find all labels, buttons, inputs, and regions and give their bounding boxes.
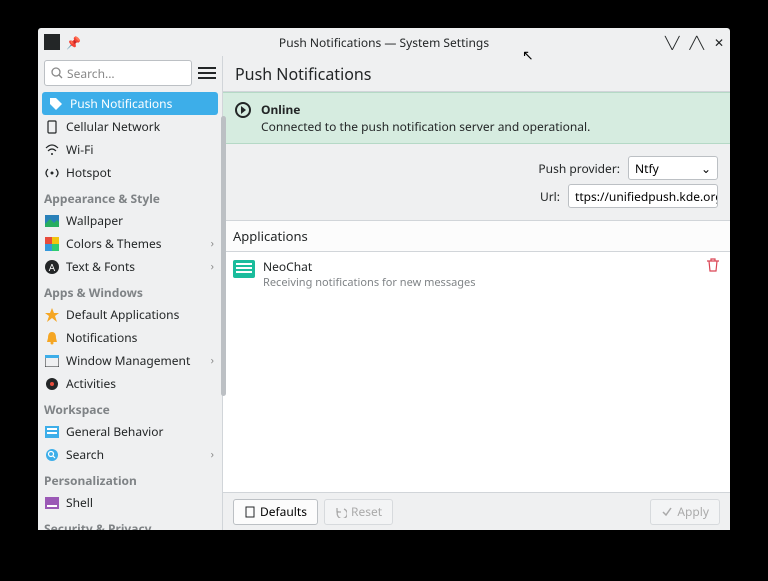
sidebar-item-search[interactable]: Search › [38,443,222,466]
sidebar-item-cellular-network[interactable]: Cellular Network [38,115,222,138]
undo-icon [335,506,347,518]
application-desc: Receiving notifications for new messages [263,275,476,290]
sidebar-item-label: Window Management [66,352,190,369]
palette-icon [44,236,60,252]
provider-label: Push provider: [538,160,620,177]
phone-icon [44,119,60,135]
window-title: Push Notifications — System Settings [279,34,489,51]
sidebar-item-label: Activities [66,375,116,392]
application-row[interactable]: NeoChat Receiving notifications for new … [223,252,730,296]
sidebar-item-label: Hotspot [66,164,111,181]
status-heading: Online [261,101,590,118]
settings-window: 📌 Push Notifications — System Settings ╲… [38,28,730,530]
sidebar-header-apps-windows: Apps & Windows [38,278,222,303]
wifi-icon [44,142,60,158]
page-title: Push Notifications [223,56,730,92]
star-icon [44,307,60,323]
sidebar-item-activities[interactable]: Activities [38,372,222,395]
status-subtext: Connected to the push notification serve… [261,118,590,135]
sidebar-item-window-management[interactable]: Window Management › [38,349,222,372]
reset-label: Reset [351,503,382,520]
main-panel: Push Notifications Online Connected to t… [223,56,730,530]
font-icon: A [44,259,60,275]
sidebar-item-default-applications[interactable]: Default Applications [38,303,222,326]
application-name: NeoChat [263,258,476,275]
applications-heading: Applications [223,221,730,252]
url-value: ttps://unifiedpush.kde.org/ [575,188,718,205]
wallpaper-icon [44,213,60,229]
document-icon [244,506,256,518]
sidebar-item-label: Wi-Fi [66,141,93,158]
delete-icon[interactable] [706,258,720,272]
sidebar-item-wifi[interactable]: Wi-Fi [38,138,222,161]
bell-icon [44,330,60,346]
chevron-right-icon: › [211,447,214,462]
applications-list: NeoChat Receiving notifications for new … [223,252,730,492]
reset-button[interactable]: Reset [324,499,393,525]
sidebar-item-text-fonts[interactable]: A Text & Fonts › [38,255,222,278]
sidebar-item-label: Shell [66,494,93,511]
sidebar-item-label: General Behavior [66,423,163,440]
url-input[interactable]: ttps://unifiedpush.kde.org/ [568,184,718,208]
sidebar-item-wallpaper[interactable]: Wallpaper [38,209,222,232]
svg-text:A: A [49,260,56,274]
sidebar: Search... Push Notifications Cellular Ne… [38,56,223,530]
activities-icon [44,376,60,392]
sidebar-header-workspace: Workspace [38,395,222,420]
sidebar-scrollbar[interactable] [221,116,226,396]
sidebar-item-label: Default Applications [66,306,179,323]
neochat-icon [233,260,255,278]
defaults-button[interactable]: Defaults [233,499,318,525]
search-input[interactable]: Search... [44,60,192,86]
provider-value: Ntfy [635,160,659,177]
sidebar-item-label: Wallpaper [66,212,123,229]
tag-icon [48,96,64,112]
sidebar-item-hotspot[interactable]: Hotspot [38,161,222,184]
sidebar-item-push-notifications[interactable]: Push Notifications [42,92,218,115]
search-icon [51,67,63,79]
sidebar-item-label: Text & Fonts [66,258,135,275]
sidebar-header-appearance: Appearance & Style [38,184,222,209]
status-banner: Online Connected to the push notificatio… [223,92,730,144]
chevron-right-icon: › [211,236,214,251]
minimize-icon[interactable]: ╲╱ [665,34,679,51]
check-icon [661,506,673,518]
sliders-icon [44,424,60,440]
sidebar-item-label: Notifications [66,329,137,346]
shell-icon [44,495,60,511]
titlebar: 📌 Push Notifications — System Settings ╲… [38,28,730,56]
apply-label: Apply [677,503,709,520]
app-icon [44,34,60,50]
sidebar-item-general-behavior[interactable]: General Behavior [38,420,222,443]
status-online-icon [235,102,251,118]
sidebar-item-notifications[interactable]: Notifications [38,326,222,349]
maximize-icon[interactable]: ╱╲ [689,34,703,51]
chevron-down-icon: ⌄ [701,160,711,177]
apply-button[interactable]: Apply [650,499,720,525]
nav-list: Push Notifications Cellular Network Wi-F… [38,90,222,530]
sidebar-item-label: Colors & Themes [66,235,162,252]
sidebar-item-colors-themes[interactable]: Colors & Themes › [38,232,222,255]
search-placeholder: Search... [67,65,115,82]
sidebar-item-shell[interactable]: Shell [38,491,222,514]
hotspot-icon [44,165,60,181]
provider-select[interactable]: Ntfy ⌄ [628,156,718,180]
chevron-right-icon: › [211,353,214,368]
sidebar-header-security: Security & Privacy [38,514,222,530]
sidebar-item-label: Search [66,446,104,463]
footer: Defaults Reset Apply [223,492,730,530]
settings-form: Push provider: Ntfy ⌄ Url: ttps://unifie… [223,144,730,221]
url-label: Url: [540,188,560,205]
chevron-right-icon: › [211,259,214,274]
sidebar-item-label: Cellular Network [66,118,160,135]
close-icon[interactable]: ✕ [714,34,724,51]
search-circle-icon [44,447,60,463]
sidebar-header-personalization: Personalization [38,466,222,491]
sidebar-item-label: Push Notifications [70,95,172,112]
menu-icon[interactable] [198,64,216,82]
defaults-label: Defaults [260,503,307,520]
pin-icon[interactable]: 📌 [66,34,81,51]
window-icon [44,353,60,369]
